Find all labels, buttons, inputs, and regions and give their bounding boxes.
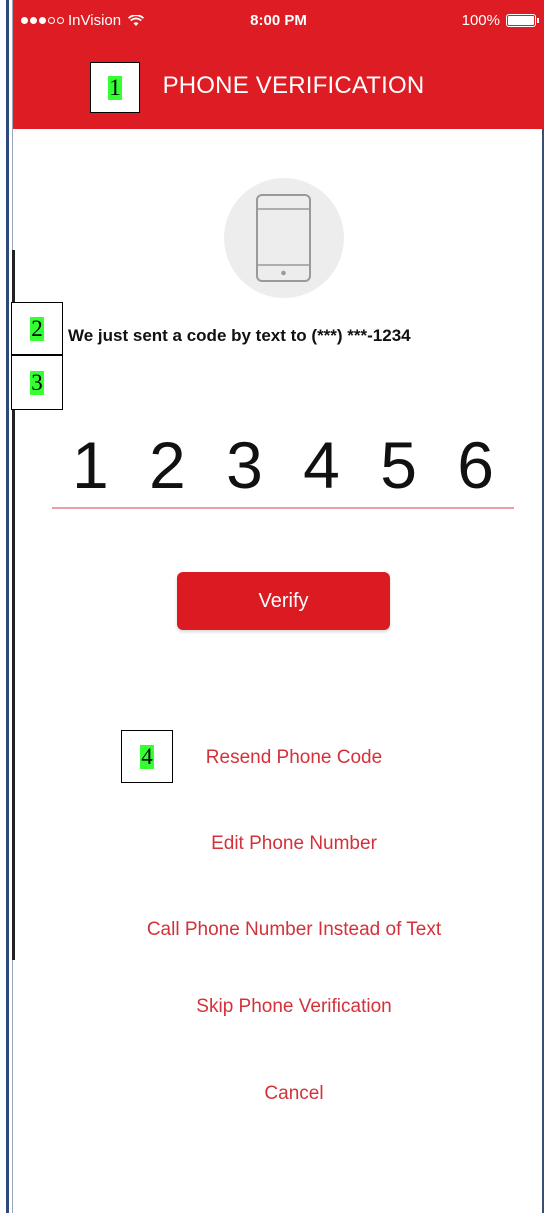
code-digit: 6 (457, 428, 494, 502)
callout-marker-3: 3 (11, 355, 63, 410)
code-digit: 1 (72, 428, 109, 502)
verify-button[interactable]: Verify (177, 572, 390, 630)
app-screen: InVision 8:00 PM 100% PHONE VERIFICATION… (0, 0, 548, 1213)
cancel-link[interactable]: Cancel (0, 1083, 548, 1105)
status-bar: InVision 8:00 PM 100% (13, 10, 544, 34)
code-digit: 4 (303, 428, 340, 502)
code-digit: 5 (380, 428, 417, 502)
phone-icon (224, 178, 344, 298)
code-digit: 2 (149, 428, 186, 502)
callout-number: 2 (30, 315, 44, 341)
frame-border (6, 0, 9, 1213)
callout-number: 3 (30, 369, 44, 395)
status-right: 100% (461, 12, 539, 29)
battery-icon (506, 14, 539, 27)
skip-verification-link[interactable]: Skip Phone Verification (0, 996, 548, 1018)
callout-number: 1 (108, 74, 122, 100)
code-input-underline (52, 507, 514, 509)
code-digit: 3 (226, 428, 263, 502)
call-instead-link[interactable]: Call Phone Number Instead of Text (0, 919, 548, 941)
edit-phone-link[interactable]: Edit Phone Number (0, 833, 548, 855)
frame-border-right (542, 0, 544, 1213)
callout-marker-2: 2 (11, 302, 63, 355)
code-input[interactable]: 1 2 3 4 5 6 (52, 425, 514, 505)
callout-marker-1: 1 (90, 62, 140, 113)
battery-percent: 100% (461, 12, 500, 29)
resend-code-link[interactable]: Resend Phone Code (0, 747, 548, 769)
code-sent-message: We just sent a code by text to (***) ***… (68, 326, 411, 345)
